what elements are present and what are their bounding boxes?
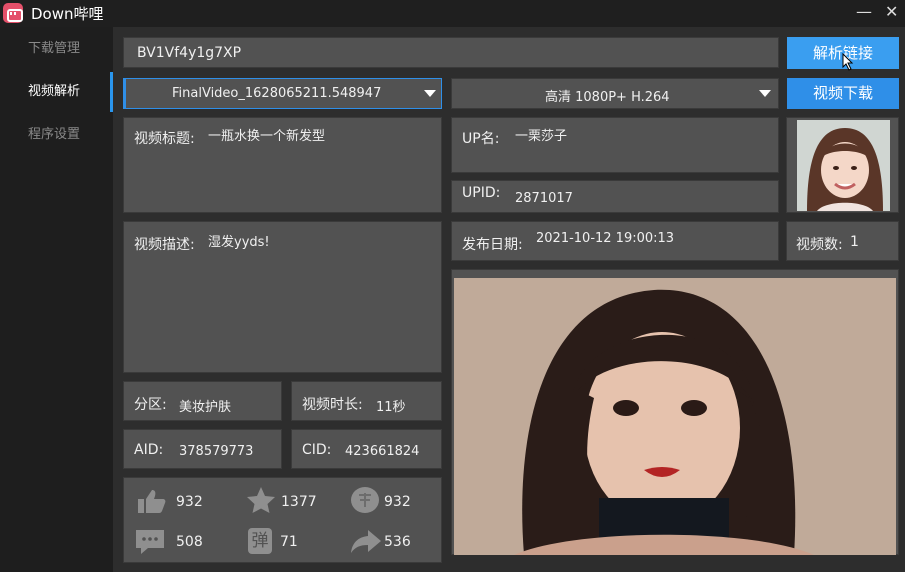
video-download-button[interactable]: 视频下载 — [787, 78, 899, 109]
mouse-cursor-icon — [842, 53, 854, 71]
video-count-box: 视频数: 1 — [786, 221, 899, 261]
sidebar-item-video-parse[interactable]: 视频解析 — [0, 72, 113, 112]
duration-value: 11秒 — [376, 400, 406, 415]
aid-box: AID: 378579773 — [123, 429, 282, 469]
minimize-icon[interactable]: — — [856, 2, 872, 21]
stats-box: 932 1377 932 508 弹 71 536 — [123, 477, 442, 563]
cid-box: CID: 423661824 — [291, 429, 442, 469]
zone-value: 美妆护肤 — [179, 400, 232, 415]
comment-icon — [136, 530, 164, 554]
main-panel: BV1Vf4y1g7XP 解析链接 FinalVideo_1628065211.… — [113, 27, 905, 572]
url-input-value: BV1Vf4y1g7XP — [137, 45, 242, 61]
star-icon — [247, 487, 275, 513]
upid-label: UPID: — [462, 185, 501, 201]
sidebar-item-download-manager[interactable]: 下载管理 — [0, 29, 113, 69]
up-avatar-box — [786, 117, 899, 213]
publish-date-value: 2021-10-12 19:00:13 — [536, 231, 675, 246]
up-name-value: 一栗莎子 — [515, 129, 568, 144]
video-count-label: 视频数: — [796, 237, 843, 253]
upid-box: UPID: 2871017 — [451, 180, 779, 213]
quality-select-value: 高清 1080P+ H.264 — [545, 90, 670, 105]
filename-select[interactable]: FinalVideo_1628065211.548947 — [123, 78, 442, 109]
publish-date-box: 发布日期: 2021-10-12 19:00:13 — [451, 221, 779, 261]
sidebar-item-settings[interactable]: 程序设置 — [0, 115, 113, 155]
up-name-label: UP名: — [462, 131, 500, 147]
app-title: Down哔哩 — [31, 5, 104, 23]
share-icon — [351, 530, 381, 553]
filename-select-value: FinalVideo_1628065211.548947 — [172, 86, 382, 101]
publish-date-label: 发布日期: — [462, 237, 523, 253]
url-input[interactable]: BV1Vf4y1g7XP — [123, 37, 779, 68]
quality-select[interactable]: 高清 1080P+ H.264 — [451, 78, 779, 109]
video-title-box: 视频标题: 一瓶水换一个新发型 — [123, 117, 442, 213]
video-count-value: 1 — [850, 234, 859, 250]
likes-count: 932 — [176, 494, 203, 510]
danmaku-icon: 弹 — [248, 528, 272, 554]
duration-box: 视频时长: 11秒 — [291, 381, 442, 421]
aid-value: 378579773 — [179, 444, 254, 459]
zone-box: 分区: 美妆护肤 — [123, 381, 282, 421]
upid-value: 2871017 — [515, 191, 573, 206]
shares-count: 536 — [384, 534, 411, 550]
video-description-value: 湿发yyds! — [208, 235, 270, 250]
video-description-box: 视频描述: 湿发yyds! — [123, 221, 442, 373]
aid-label: AID: — [134, 442, 164, 458]
video-cover-box — [451, 269, 899, 555]
video-cover-image — [454, 278, 896, 555]
cid-label: CID: — [302, 442, 332, 458]
like-thumb-icon — [138, 490, 166, 513]
chevron-down-icon — [759, 90, 771, 97]
favorites-count: 932 — [384, 494, 411, 510]
bilibili-logo-icon — [3, 3, 23, 23]
video-description-label: 视频描述: — [134, 237, 195, 253]
coin-icon — [351, 487, 379, 513]
danmaku-count: 71 — [280, 534, 298, 550]
comments-count: 508 — [176, 534, 203, 550]
close-icon[interactable]: ✕ — [885, 2, 898, 21]
sidebar: 下载管理 视频解析 程序设置 — [0, 27, 113, 572]
video-title-label: 视频标题: — [134, 131, 195, 147]
avatar — [797, 120, 890, 211]
video-title-value: 一瓶水换一个新发型 — [208, 129, 326, 144]
cid-value: 423661824 — [345, 444, 420, 459]
duration-label: 视频时长: — [302, 397, 363, 413]
coins-count: 1377 — [281, 494, 317, 510]
zone-label: 分区: — [134, 397, 167, 413]
title-bar: Down哔哩 — ✕ — [0, 0, 905, 27]
chevron-down-icon — [424, 90, 436, 97]
up-name-box: UP名: 一栗莎子 — [451, 117, 779, 173]
